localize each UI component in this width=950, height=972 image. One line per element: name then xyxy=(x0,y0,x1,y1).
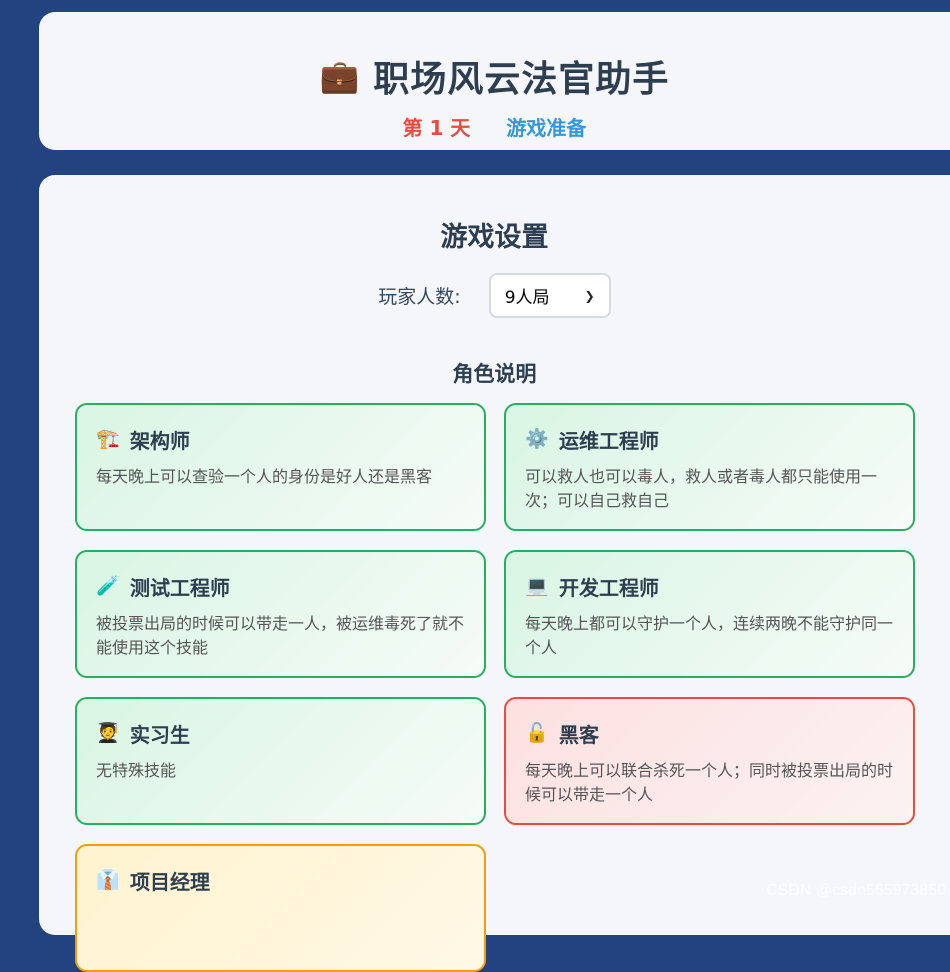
role-card-architect: 🏗️ 架构师 每天晚上可以查验一个人的身份是好人还是黑客 xyxy=(75,403,486,531)
role-name: 实习生 xyxy=(130,723,190,747)
role-desc: 每天晚上可以联合杀死一个人；同时被投票出局的时候可以带走一个人 xyxy=(525,761,894,804)
header-card: 💼 职场风云法官助手 第 1 天 游戏准备 xyxy=(39,12,950,150)
role-desc: 可以救人也可以毒人，救人或者毒人都只能使用一次；可以自己救自己 xyxy=(525,467,878,510)
settings-title: 游戏设置 xyxy=(440,222,549,253)
role-desc: 无特殊技能 xyxy=(96,761,177,780)
test-tube-icon: 🧪 xyxy=(96,575,120,597)
role-name: 测试工程师 xyxy=(130,576,230,600)
player-count-value: 9人局 xyxy=(504,288,550,308)
role-card-developer: 💻 开发工程师 每天晚上都可以守护一个人，连续两晚不能守护同一个人 xyxy=(504,550,915,678)
app-title: 职场风云法官助手 xyxy=(373,59,670,100)
role-desc: 被投票出局的时候可以带走一人，被运维毒死了就不能使用这个技能 xyxy=(96,614,465,657)
gear-icon: ⚙️ xyxy=(525,428,549,450)
day-counter: 第 1 天 xyxy=(402,116,471,140)
role-name: 开发工程师 xyxy=(559,576,659,600)
player-count-label: 玩家人数: xyxy=(378,286,461,308)
role-desc: 每天晚上可以查验一个人的身份是好人还是黑客 xyxy=(96,467,433,486)
student-icon: 🧑‍🎓 xyxy=(96,722,120,744)
role-name: 项目经理 xyxy=(130,870,210,894)
game-status: 第 1 天 游戏准备 xyxy=(39,112,950,141)
role-desc: 每天晚上都可以守护一个人，连续两晚不能守护同一个人 xyxy=(525,614,894,657)
role-name: 黑客 xyxy=(559,723,599,747)
title-row: 💼 职场风云法官助手 xyxy=(39,50,950,102)
role-name: 运维工程师 xyxy=(559,429,659,453)
game-phase: 游戏准备 xyxy=(506,116,587,140)
role-card-ops: ⚙️ 运维工程师 可以救人也可以毒人，救人或者毒人都只能使用一次；可以自己救自己 xyxy=(504,403,915,531)
role-card-hacker: 🔓 黑客 每天晚上可以联合杀死一个人；同时被投票出局的时候可以带走一个人 xyxy=(504,697,915,825)
watermark: CSDN @csdn565973850 xyxy=(766,882,946,899)
briefcase-icon: 💼 xyxy=(319,57,360,95)
player-count-select[interactable]: 9人局 ❯ xyxy=(488,273,611,318)
role-card-project-manager: 👔 项目经理 xyxy=(75,844,486,972)
roles-title: 角色说明 xyxy=(452,362,537,386)
laptop-icon: 💻 xyxy=(525,575,549,597)
role-card-tester: 🧪 测试工程师 被投票出局的时候可以带走一人，被运维毒死了就不能使用这个技能 xyxy=(75,550,486,678)
role-card-intern: 🧑‍🎓 实习生 无特殊技能 xyxy=(75,697,486,825)
settings-card: 游戏设置 玩家人数: 9人局 ❯ 角色说明 🏗️ 架构师 每天晚上可以查验一个人… xyxy=(39,175,950,972)
chevron-down-icon: ❯ xyxy=(584,288,595,303)
unlock-icon: 🔓 xyxy=(525,722,549,744)
role-name: 架构师 xyxy=(130,429,190,453)
player-count-row: 玩家人数: 9人局 ❯ xyxy=(39,273,950,318)
suit-icon: 👔 xyxy=(96,869,120,891)
crane-icon: 🏗️ xyxy=(96,428,120,450)
